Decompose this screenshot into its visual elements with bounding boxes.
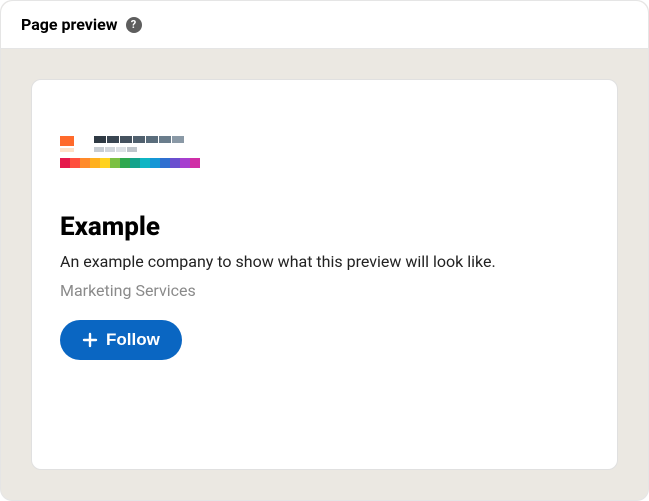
logo-swatch [159,136,171,143]
logo-dark-strip [94,136,184,143]
logo-swatch [110,158,120,168]
logo-swatch [60,136,74,146]
logo-swatch [100,158,110,168]
logo-swatch [190,158,200,168]
logo-swatch [127,147,137,152]
page-preview-panel: Page preview ? Example An example [0,0,649,501]
plus-icon [82,332,98,348]
logo-swatch [70,158,80,168]
logo-swatch [150,158,160,168]
logo-swatch [172,136,184,143]
panel-header: Page preview ? [1,1,648,49]
logo-swatch [60,148,74,152]
logo-swatch [105,147,115,152]
logo-swatch [180,158,190,168]
panel-body: Example An example company to show what … [1,49,648,500]
logo-swatch [94,136,106,143]
company-name: Example [60,212,589,242]
logo-swatch [146,136,158,143]
company-logo [60,136,589,168]
logo-swatch [116,147,126,152]
company-industry: Marketing Services [60,281,589,300]
logo-rainbow-strip [60,158,589,168]
logo-swatch [94,147,104,152]
follow-button-label: Follow [106,330,160,350]
company-tagline: An example company to show what this pre… [60,252,589,271]
logo-swatch [120,158,130,168]
logo-swatch [80,158,90,168]
logo-swatch [140,158,150,168]
logo-swatch [60,158,70,168]
logo-swatch [133,136,145,143]
logo-swatch [90,158,100,168]
logo-swatch [120,136,132,143]
panel-title: Page preview [21,15,118,34]
logo-swatch [170,158,180,168]
logo-grey-strip [94,145,184,152]
follow-button[interactable]: Follow [60,320,182,360]
logo-swatch [130,158,140,168]
help-icon[interactable]: ? [126,17,142,33]
logo-swatch [160,158,170,168]
logo-swatch [107,136,119,143]
preview-card: Example An example company to show what … [31,79,618,470]
